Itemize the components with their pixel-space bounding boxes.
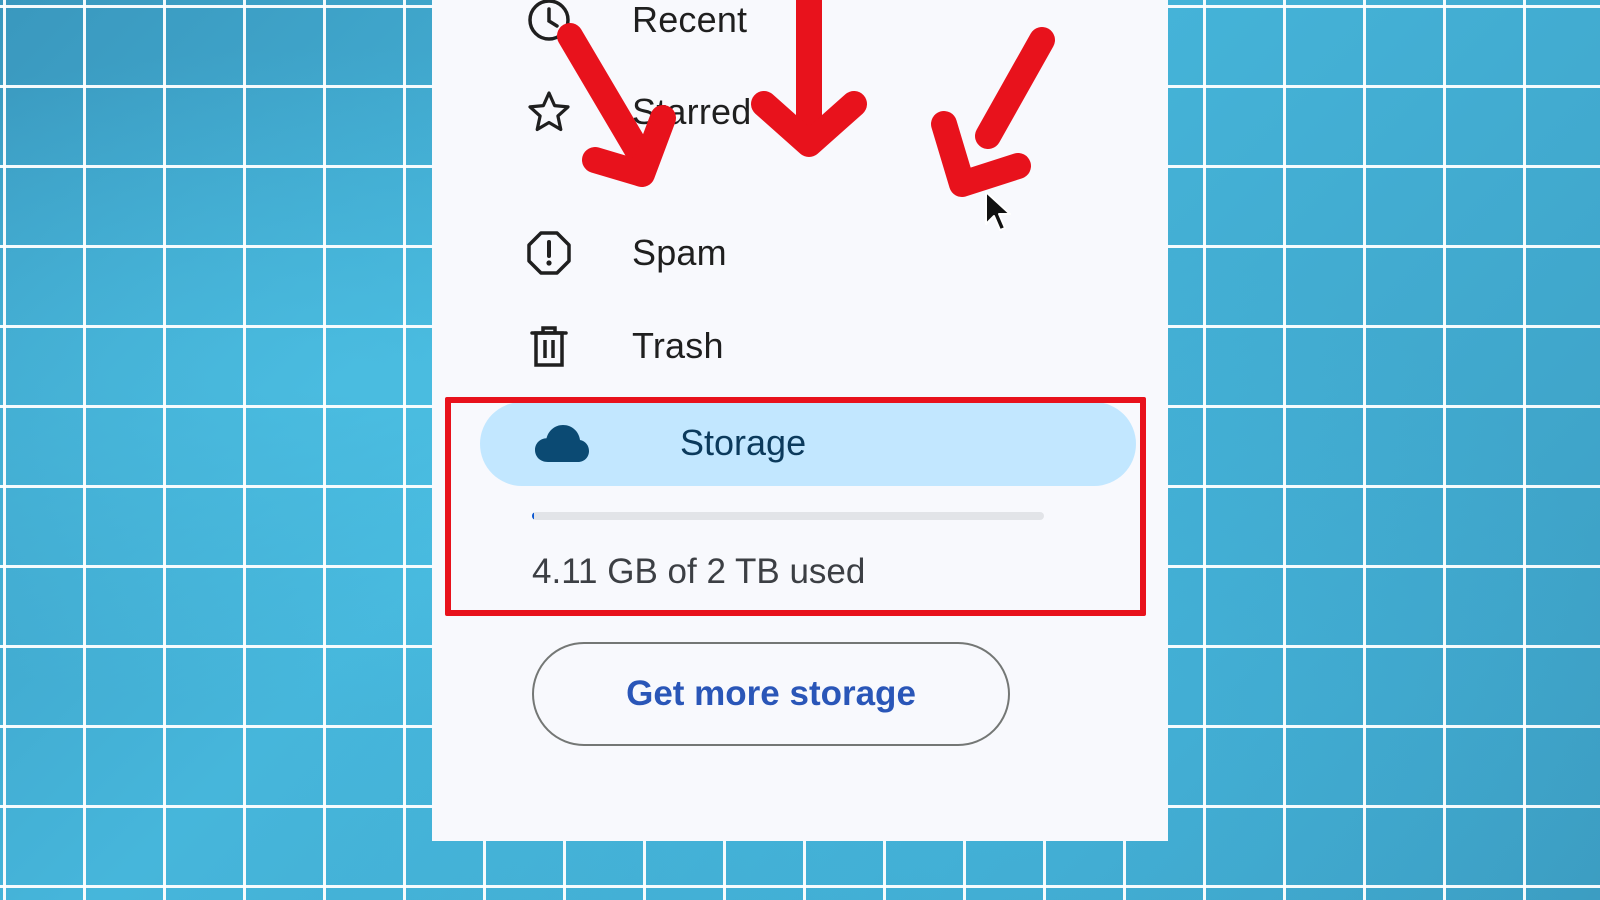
- mouse-cursor-icon: [985, 191, 1011, 231]
- storage-usage-text: 4.11 GB of 2 TB used: [532, 552, 866, 591]
- sidebar-item-starred[interactable]: Starred: [432, 72, 1168, 152]
- drive-sidebar-panel: Recent Starred Spam Trash Storage 4.11 G…: [432, 0, 1168, 841]
- sidebar-item-trash[interactable]: Trash: [432, 306, 1168, 386]
- alert-octagon-icon: [526, 230, 572, 276]
- storage-usage-fill: [532, 512, 535, 520]
- cloud-icon: [534, 420, 590, 468]
- get-more-storage-button[interactable]: Get more storage: [532, 642, 1010, 746]
- storage-usage-bar: [532, 512, 1044, 520]
- clock-icon: [526, 0, 572, 43]
- sidebar-item-label: Starred: [632, 91, 752, 132]
- sidebar-item-recent[interactable]: Recent: [432, 0, 1168, 60]
- star-icon: [526, 89, 572, 135]
- trash-icon: [526, 323, 572, 369]
- sidebar-item-label: Trash: [632, 325, 724, 366]
- sidebar-item-label: Spam: [632, 232, 727, 273]
- sidebar-item-storage[interactable]: Storage: [480, 402, 1136, 486]
- sidebar-item-label: Recent: [632, 0, 748, 40]
- sidebar-item-spam[interactable]: Spam: [432, 213, 1168, 293]
- sidebar-item-label: Storage: [680, 422, 807, 463]
